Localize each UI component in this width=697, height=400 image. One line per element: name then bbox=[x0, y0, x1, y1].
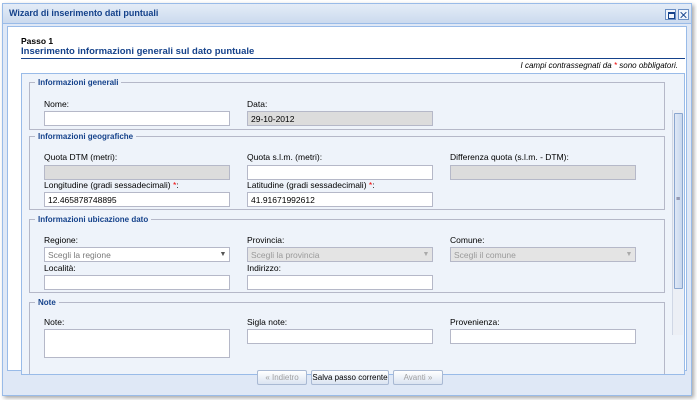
chevron-down-icon: ▼ bbox=[422, 250, 430, 258]
comune-select: Scegli il comune ▼ bbox=[450, 247, 636, 262]
step-divider bbox=[21, 58, 685, 59]
save-step-button[interactable]: Salva passo corrente bbox=[311, 370, 389, 385]
legend-informazioni-ubicazione: Informazioni ubicazione dato bbox=[38, 215, 149, 224]
required-note-suffix: sono obbligatori. bbox=[619, 61, 678, 70]
chevron-down-icon: ▼ bbox=[625, 250, 633, 258]
vertical-scrollbar[interactable]: ≡ bbox=[672, 110, 683, 335]
latitudine-label-text: Latitudine (gradi sessadecimali) bbox=[247, 180, 367, 190]
close-icon[interactable] bbox=[678, 9, 689, 20]
differenza-quota-label: Differenza quota (s.l.m. - DTM): bbox=[450, 152, 569, 162]
window-header[interactable]: Wizard di inserimento dati puntuali bbox=[3, 4, 691, 24]
provenienza-input[interactable] bbox=[450, 329, 636, 344]
required-note-prefix: I campi contrassegnati da bbox=[520, 61, 612, 70]
indirizzo-input[interactable] bbox=[247, 275, 433, 290]
window-title: Wizard di inserimento dati puntuali bbox=[9, 8, 159, 18]
data-label: Data: bbox=[247, 99, 268, 109]
comune-select-value: Scegli il comune bbox=[454, 250, 516, 260]
provincia-select: Scegli la provincia ▼ bbox=[247, 247, 433, 262]
maximize-icon[interactable] bbox=[665, 9, 676, 20]
note-textarea[interactable] bbox=[44, 329, 230, 358]
legend-note: Note bbox=[38, 298, 56, 307]
longitudine-label: Longitudine (gradi sessadecimali) *: bbox=[44, 180, 179, 190]
regione-select[interactable]: Scegli la regione ▼ bbox=[44, 247, 230, 262]
required-star: * bbox=[613, 61, 618, 70]
regione-select-value: Scegli la regione bbox=[48, 250, 111, 260]
window-body: Passo 1 Inserimento informazioni general… bbox=[7, 26, 687, 375]
localita-label: Località: bbox=[44, 263, 76, 273]
localita-input[interactable] bbox=[44, 275, 230, 290]
note-label: Note: bbox=[44, 317, 65, 327]
longitudine-label-text: Longitudine (gradi sessadecimali) bbox=[44, 180, 171, 190]
label-colon: : bbox=[372, 180, 375, 190]
provincia-select-value: Scegli la provincia bbox=[251, 250, 320, 260]
differenza-quota-field bbox=[450, 165, 636, 180]
next-button: Avanti » bbox=[393, 370, 443, 385]
quota-slm-input[interactable] bbox=[247, 165, 433, 180]
chevron-down-icon[interactable]: ▼ bbox=[217, 248, 229, 261]
step-title: Passo 1 bbox=[21, 36, 54, 46]
provincia-label: Provincia: bbox=[247, 235, 285, 245]
back-button: « Indietro bbox=[257, 370, 307, 385]
longitudine-input[interactable]: 12.465878748895 bbox=[44, 192, 230, 207]
wizard-window: Wizard di inserimento dati puntuali Pass… bbox=[2, 3, 692, 396]
data-field: 29-10-2012 bbox=[247, 111, 433, 126]
provenienza-label: Provenienza: bbox=[450, 317, 500, 327]
step-subtitle: Inserimento informazioni generali sul da… bbox=[21, 46, 255, 57]
nome-input[interactable] bbox=[44, 111, 230, 126]
scrollbar-thumb[interactable]: ≡ bbox=[674, 113, 683, 289]
legend-informazioni-geografiche: Informazioni geografiche bbox=[38, 132, 134, 141]
required-fields-note: I campi contrassegnati da * sono obbliga… bbox=[521, 61, 678, 70]
latitudine-input[interactable]: 41.91671992612 bbox=[247, 192, 433, 207]
nome-label: Nome: bbox=[44, 99, 70, 109]
quota-slm-label: Quota s.l.m. (metri): bbox=[247, 152, 323, 162]
latitudine-label: Latitudine (gradi sessadecimali) *: bbox=[247, 180, 375, 190]
label-colon: : bbox=[176, 180, 179, 190]
sigla-note-input[interactable] bbox=[247, 329, 433, 344]
quota-dtm-field bbox=[44, 165, 230, 180]
legend-informazioni-generali: Informazioni generali bbox=[38, 78, 119, 87]
sigla-note-label: Sigla note: bbox=[247, 317, 288, 327]
quota-dtm-label: Quota DTM (metri): bbox=[44, 152, 118, 162]
grip-icon: ≡ bbox=[676, 196, 681, 203]
comune-label: Comune: bbox=[450, 235, 485, 245]
form-scroll-area: Informazioni generali Nome: Data: 29-10-… bbox=[21, 73, 685, 375]
regione-label: Regione: bbox=[44, 235, 79, 245]
indirizzo-label: Indirizzo: bbox=[247, 263, 282, 273]
